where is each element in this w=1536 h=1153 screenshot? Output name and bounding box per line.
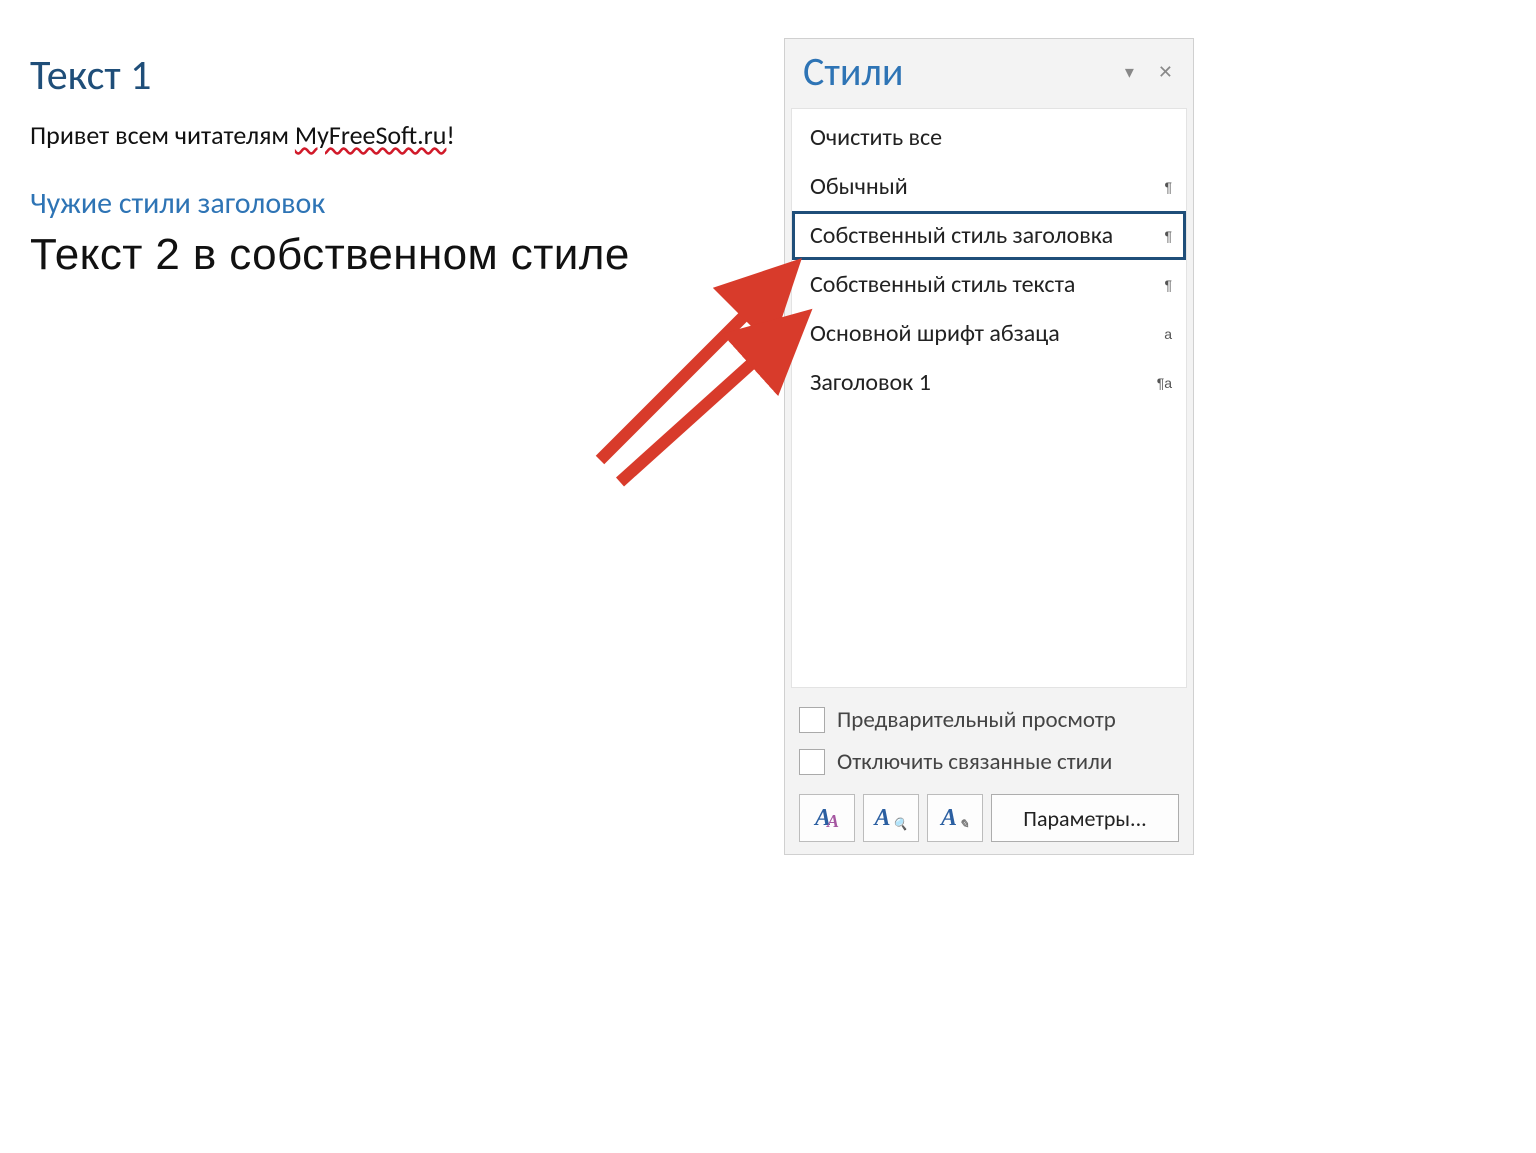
disable-linked-checkbox-label: Отключить связанные стили	[837, 748, 1112, 776]
doc-body-line: Привет всем читателям MyFreeSoft.ru!	[30, 119, 770, 151]
chevron-down-icon: ▾	[1125, 62, 1134, 82]
style-item[interactable]: Собственный стиль текста ¶	[792, 260, 1186, 309]
style-item[interactable]: Обычный ¶	[792, 162, 1186, 211]
style-item-label: Очистить все	[810, 123, 942, 152]
style-item[interactable]: Заголовок 1 ¶a	[792, 358, 1186, 407]
styles-list: Очистить все Обычный ¶ Собственный стиль…	[791, 108, 1187, 688]
style-item-glyph: ¶	[1164, 179, 1172, 195]
document-area: Текст 1 Привет всем читателям MyFreeSoft…	[30, 50, 770, 280]
styles-options-button[interactable]: Параметры...	[991, 794, 1179, 842]
checkbox-icon	[799, 749, 825, 775]
manage-styles-button[interactable]: A✎	[927, 794, 983, 842]
preview-checkbox-row[interactable]: Предварительный просмотр	[799, 706, 1179, 734]
style-item-glyph: ¶a	[1157, 375, 1172, 391]
disable-linked-checkbox-row[interactable]: Отключить связанные стили	[799, 748, 1179, 776]
doc-body-suffix: !	[446, 119, 454, 151]
new-style-button[interactable]: AA	[799, 794, 855, 842]
doc-body-prefix: Привет всем читателям	[30, 119, 289, 151]
styles-options-label: Параметры...	[1023, 805, 1146, 832]
style-item-glyph: ¶	[1164, 228, 1172, 244]
panel-close-button[interactable]: ✕	[1150, 59, 1181, 85]
doc-custom-style-text: Текст 2 в собственном стиле	[30, 230, 770, 280]
doc-body-spellerror: MyFreeSoft.ru	[295, 119, 447, 151]
doc-heading-2: Чужие стили заголовок	[30, 185, 770, 222]
style-item-label: Собственный стиль заголовка	[810, 221, 1113, 250]
style-item-label: Обычный	[810, 172, 908, 201]
style-inspector-button[interactable]: A🔍	[863, 794, 919, 842]
style-item-label: Основной шрифт абзаца	[810, 319, 1060, 348]
doc-heading-1: Текст 1	[30, 50, 770, 101]
new-style-icon: AA	[815, 805, 839, 832]
styles-panel-title: Стили	[803, 47, 1109, 96]
styles-button-row: AA A🔍 A✎ Параметры...	[799, 794, 1179, 842]
style-item-glyph: ¶	[1164, 277, 1172, 293]
preview-checkbox-label: Предварительный просмотр	[837, 706, 1116, 734]
style-item-glyph: a	[1164, 326, 1172, 342]
annotation-arrow-1	[560, 250, 810, 470]
style-item-selected[interactable]: Собственный стиль заголовка ¶	[792, 211, 1186, 260]
style-item-label: Собственный стиль текста	[810, 270, 1075, 299]
manage-styles-icon: A✎	[941, 805, 969, 832]
panel-dropdown-button[interactable]: ▾	[1117, 59, 1142, 85]
style-item-label: Заголовок 1	[810, 368, 931, 397]
checkbox-icon	[799, 707, 825, 733]
style-inspector-icon: A🔍	[875, 805, 908, 832]
styles-panel-bottom: Предварительный просмотр Отключить связа…	[785, 688, 1193, 854]
styles-panel-header: Стили ▾ ✕	[785, 39, 1193, 102]
style-item[interactable]: Очистить все	[792, 113, 1186, 162]
style-item[interactable]: Основной шрифт абзаца a	[792, 309, 1186, 358]
close-icon: ✕	[1158, 62, 1173, 82]
styles-panel: Стили ▾ ✕ Очистить все Обычный ¶ Собстве…	[784, 38, 1194, 855]
